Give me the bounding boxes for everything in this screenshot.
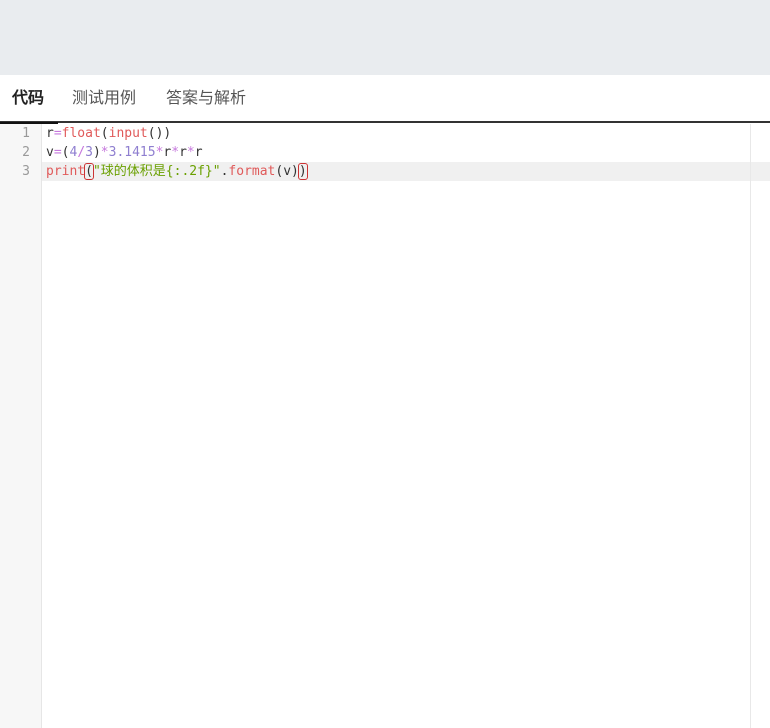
line-number: 2 (22, 145, 30, 160)
code-token: format (228, 164, 276, 179)
line-number: 1 (22, 126, 30, 141)
code-token: (v) (275, 164, 299, 179)
code-token: * (100, 145, 109, 160)
code-token: 3 (85, 145, 93, 160)
line-number-gutter: 1 2 3 (0, 124, 42, 728)
code-token: ) (297, 163, 308, 180)
code-token: * (186, 145, 195, 160)
top-bar (0, 0, 770, 75)
code-token: r (179, 145, 187, 160)
code-token: r (194, 145, 203, 160)
print-margin (750, 124, 751, 728)
code-editor[interactable]: 1 2 3 r=float(input()) v=(4/3)*3.1415*r*… (0, 124, 770, 728)
line-number: 3 (22, 164, 30, 179)
tab-bar: 代码 测试用例 答案与解析 (0, 75, 770, 125)
code-token: "球的体积是{:.2f}" (92, 164, 221, 179)
code-token: v (46, 145, 54, 160)
code-token: / (77, 145, 86, 160)
code-token: r (46, 126, 54, 141)
code-token: ()) (147, 126, 172, 141)
code-token: ( (84, 163, 94, 180)
tab-test-cases[interactable]: 测试用例 (72, 75, 136, 123)
code-line[interactable]: r=float(input()) (46, 124, 171, 143)
code-token: ) (92, 145, 101, 160)
code-token: print (46, 164, 86, 179)
code-token: ( (100, 126, 109, 141)
code-line[interactable]: v=(4/3)*3.1415*r*r*r (46, 143, 203, 162)
code-line[interactable]: print("球的体积是{:.2f}".format(v)) (46, 162, 308, 181)
tab-code[interactable]: 代码 (0, 75, 59, 125)
code-token: = (53, 126, 62, 141)
code-token: = (53, 145, 62, 160)
tab-answer-analysis[interactable]: 答案与解析 (166, 75, 246, 123)
code-token: 3.1415 (108, 145, 156, 160)
code-token: float (61, 126, 101, 141)
code-token: input (108, 126, 148, 141)
code-token: * (171, 145, 180, 160)
